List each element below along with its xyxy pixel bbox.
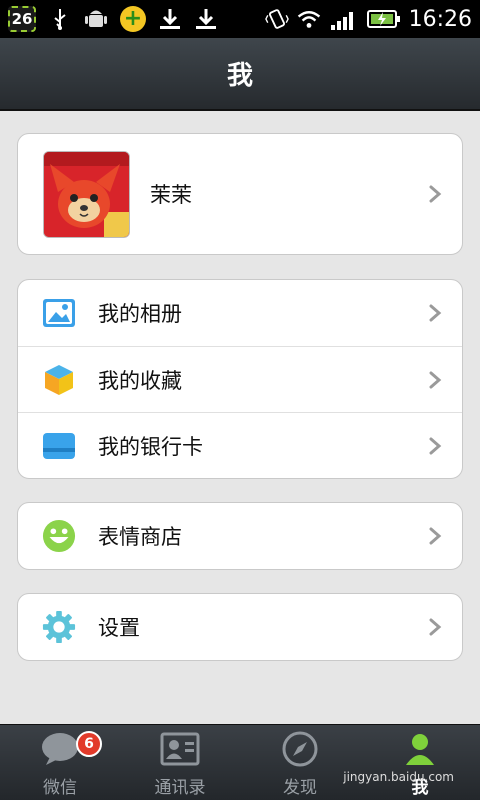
chevron-right-icon — [429, 527, 442, 545]
chevron-right-icon — [429, 185, 442, 203]
tab-contacts[interactable]: 通讯录 — [120, 725, 240, 800]
signal-icon — [329, 7, 359, 31]
tab-label: 通讯录 — [154, 778, 206, 798]
contacts-card-icon — [160, 729, 200, 769]
menu-item-sticker-store[interactable]: 表情商店 — [18, 503, 462, 569]
clock: 16:26 — [408, 6, 472, 32]
unread-badge: 6 — [76, 731, 102, 757]
profile-name: 茉茉 — [150, 183, 192, 207]
vibrate-icon — [264, 7, 289, 31]
chat-bubble-icon — [40, 729, 80, 769]
menu-item-label: 我的相册 — [98, 302, 182, 326]
download-icon — [158, 7, 182, 31]
bank-card-icon — [42, 429, 76, 463]
sticker-menu-card: 表情商店 — [17, 502, 463, 570]
profile-row[interactable]: 茉茉 — [18, 134, 462, 254]
tab-label: 发现 — [283, 778, 317, 798]
tab-label: 微信 — [43, 778, 77, 798]
menu-item-album[interactable]: 我的相册 — [18, 280, 462, 346]
tab-me[interactable]: 我 — [360, 725, 480, 800]
android-debug-icon — [84, 7, 108, 31]
menu-item-favorites[interactable]: 我的收藏 — [18, 346, 462, 412]
menu-item-label: 我的收藏 — [98, 368, 182, 393]
compass-icon — [280, 729, 320, 769]
settings-menu-card: 设置 — [17, 593, 463, 661]
usb-icon — [48, 7, 72, 31]
chevron-right-icon — [429, 371, 442, 388]
wifi-icon — [297, 7, 321, 31]
menu-item-label: 设置 — [98, 616, 140, 640]
notification-count-badge: 26 — [8, 6, 36, 32]
bottom-tab-bar: 6 微信 通讯录 发现 我 jingyan.baidu.com — [0, 724, 480, 800]
avatar — [43, 150, 130, 238]
smiley-icon — [42, 519, 76, 553]
gear-icon — [42, 610, 76, 644]
person-icon — [400, 729, 440, 769]
tab-chats[interactable]: 6 微信 — [0, 725, 120, 800]
profile-card[interactable]: 茉茉 — [17, 133, 463, 255]
favorites-cube-icon — [42, 363, 76, 397]
app-notification-icon: + — [120, 6, 146, 32]
status-bar: 26 + 16:26 — [0, 0, 480, 38]
battery-icon — [366, 7, 401, 31]
chevron-right-icon — [429, 304, 442, 322]
watermark: jingyan.baidu.com — [343, 770, 454, 784]
menu-item-label: 我的银行卡 — [98, 434, 203, 459]
title-bar: 我 — [0, 38, 480, 111]
tab-discover[interactable]: 发现 — [240, 725, 360, 800]
chevron-right-icon — [429, 437, 442, 454]
menu-item-settings[interactable]: 设置 — [18, 594, 462, 660]
chevron-right-icon — [429, 618, 442, 636]
photo-album-icon — [42, 296, 76, 330]
menu-item-label: 表情商店 — [98, 525, 182, 549]
page-title: 我 — [226, 61, 253, 91]
menu-item-bank-card[interactable]: 我的银行卡 — [18, 412, 462, 478]
personal-menu-card: 我的相册 我的收藏 我的银行卡 — [17, 279, 463, 479]
download-icon — [194, 7, 218, 31]
